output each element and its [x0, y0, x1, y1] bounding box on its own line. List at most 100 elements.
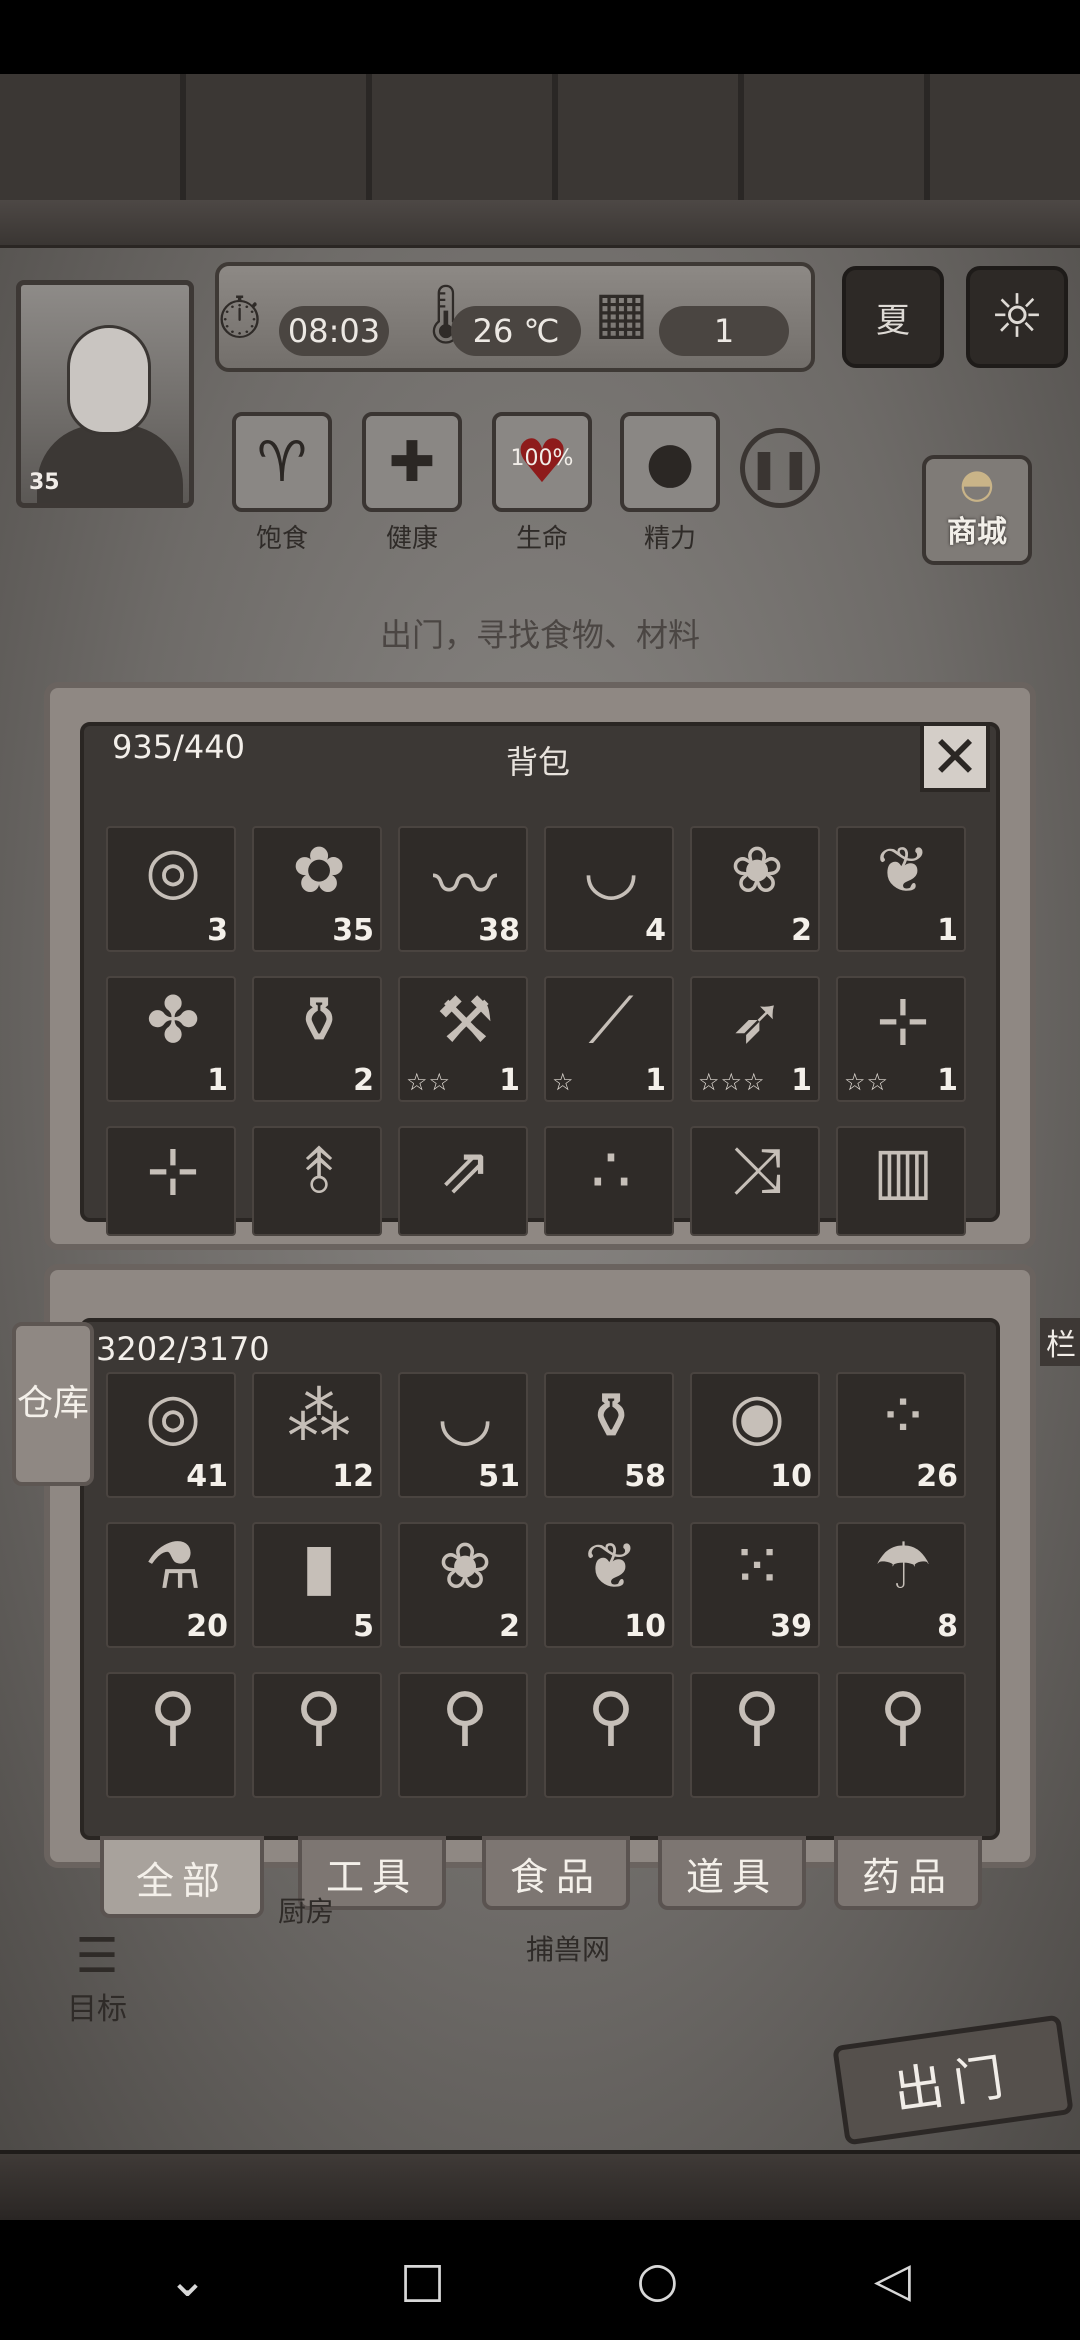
settings-button[interactable]: ☼ — [966, 266, 1068, 368]
bag-title: 背包 — [505, 743, 570, 781]
calendar-icon: ▦ — [594, 278, 649, 346]
inventory-slot[interactable]: ⚱ 58 — [544, 1372, 674, 1498]
stat-life[interactable]: ♥ 100% 生命 — [492, 412, 592, 555]
inventory-slot[interactable]: ⚲ — [544, 1672, 674, 1798]
player-avatar[interactable]: 35 — [16, 280, 194, 508]
navigation-bar: ⌄ □ ○ ◁ — [0, 2220, 1080, 2340]
item-count: 2 — [499, 1609, 520, 1644]
inventory-slot[interactable]: ❦ 1 — [836, 826, 966, 952]
stat-energy[interactable]: ● 精力 — [620, 412, 720, 555]
inventory-slot[interactable]: ⊹ ☆☆ 1 — [836, 976, 966, 1102]
glass-jar-icon: ⚱ — [584, 1380, 638, 1454]
close-icon: ✕ — [930, 723, 980, 791]
inventory-slot[interactable]: ▮ 5 — [252, 1522, 382, 1648]
item-count: 20 — [186, 1609, 228, 1644]
inventory-slot[interactable]: ❀ 2 — [690, 826, 820, 952]
jar-icon: ⚱ — [292, 984, 346, 1058]
nav-down-button[interactable]: ⌄ — [148, 2240, 228, 2320]
inventory-slot[interactable]: ∴ — [544, 1126, 674, 1236]
inventory-slot[interactable]: ⚲ — [690, 1672, 820, 1798]
potatoes-icon: ⁙ — [730, 1530, 784, 1604]
powder-pouch-icon: ⚲ — [295, 1680, 343, 1754]
inventory-slot[interactable]: ➶ ☆☆☆ 1 — [690, 976, 820, 1102]
warehouse-tab[interactable]: 仓库 — [12, 1322, 94, 1486]
rarity-stars: ☆☆ — [844, 1068, 890, 1096]
shell-icon: ◓ — [959, 461, 995, 507]
cross-icon: ✚ — [362, 412, 462, 512]
trap-net-label[interactable]: 捕兽网 — [526, 1928, 610, 1968]
temperature-display: 26 ℃ — [451, 306, 581, 356]
day-display: 1 — [659, 306, 789, 356]
stat-satiety[interactable]: ♈ 饱食 — [232, 412, 332, 555]
inventory-slot[interactable]: ◡ 51 — [398, 1372, 528, 1498]
inventory-slot[interactable]: ◎ 3 — [106, 826, 236, 952]
mushroom-icon: ☂ — [874, 1530, 932, 1604]
inventory-slot[interactable]: ⟋ ☆ 1 — [544, 976, 674, 1102]
item-count: 10 — [770, 1459, 812, 1494]
tab-all[interactable]: 全部 — [100, 1836, 264, 1918]
inventory-slot[interactable]: ◉ 10 — [690, 1372, 820, 1498]
seeds-icon: ⁂ — [287, 1380, 351, 1454]
bolts-icon: ⤨ — [731, 1134, 783, 1208]
stat-health[interactable]: ✚ 健康 — [362, 412, 462, 555]
inventory-slot[interactable]: ⚲ — [836, 1672, 966, 1798]
inventory-slot[interactable]: ⇗ — [398, 1126, 528, 1236]
kitchen-label[interactable]: 厨房 — [278, 1890, 334, 1930]
season-button[interactable]: 夏 — [842, 266, 944, 368]
inventory-slot[interactable]: ❀ 2 — [398, 1522, 528, 1648]
stump-icon: ▮ — [301, 1530, 337, 1604]
inventory-slot[interactable]: ⁙ 39 — [690, 1522, 820, 1648]
item-count: 3 — [207, 913, 228, 948]
inventory-slot[interactable]: ⚒ ☆☆ 1 — [398, 976, 528, 1102]
inventory-slot[interactable]: ⊹ — [106, 1126, 236, 1236]
tab-props[interactable]: 道具 — [658, 1836, 806, 1910]
close-button[interactable]: ✕ — [920, 722, 990, 792]
powder-pouch-icon: ⚲ — [149, 1680, 197, 1754]
pause-button[interactable]: ❚❚ — [740, 428, 820, 508]
inventory-slot[interactable]: ⤨ — [690, 1126, 820, 1236]
goal-button[interactable]: ☰ 目标 — [52, 1928, 142, 2028]
inventory-slot[interactable]: ⥉ — [252, 1126, 382, 1236]
tab-food[interactable]: 食品 — [482, 1836, 630, 1910]
inventory-slot[interactable]: ✤ 1 — [106, 976, 236, 1102]
inventory-slot[interactable]: ⚲ — [398, 1672, 528, 1798]
pie-icon: ◎ — [145, 834, 201, 908]
nav-back-button[interactable]: ◁ — [853, 2240, 933, 2320]
life-value: 100% — [510, 446, 574, 471]
powder-pouch-icon: ⚲ — [733, 1680, 781, 1754]
item-count: 2 — [353, 1063, 374, 1098]
inventory-slot[interactable]: ⁘ 26 — [836, 1372, 966, 1498]
fence-label[interactable]: 栏 — [1040, 1318, 1080, 1366]
header-planks — [0, 74, 1080, 204]
inventory-slot[interactable]: ◡ 4 — [544, 826, 674, 952]
inventory-slot[interactable]: ✿ 35 — [252, 826, 382, 952]
item-count: 41 — [186, 1459, 228, 1494]
vest-icon: ▥ — [872, 1134, 934, 1208]
inventory-slot[interactable]: 〰 38 — [398, 826, 528, 952]
inventory-slot[interactable]: ☂ 8 — [836, 1522, 966, 1648]
inventory-slot[interactable]: ⚲ — [106, 1672, 236, 1798]
inventory-slot[interactable]: ▥ — [836, 1126, 966, 1236]
pills-icon: ◉ — [729, 1380, 785, 1454]
shop-button[interactable]: ◓ 商城 — [922, 455, 1032, 565]
nav-home-button[interactable]: ○ — [618, 2240, 698, 2320]
tab-medicine[interactable]: 药品 — [834, 1836, 982, 1910]
inventory-slot[interactable]: ◎ 41 — [106, 1372, 236, 1498]
arrows-icon: ⇗ — [438, 1134, 492, 1208]
inventory-slot[interactable]: ❦ 10 — [544, 1522, 674, 1648]
item-count: 1 — [499, 1063, 520, 1098]
avatar-head — [67, 325, 151, 435]
circle-icon: ○ — [636, 2252, 679, 2308]
inventory-slot[interactable]: ⚱ 2 — [252, 976, 382, 1102]
inventory-slot[interactable]: ⁂ 12 — [252, 1372, 382, 1498]
nav-recents-button[interactable]: □ — [383, 2240, 463, 2320]
spear-icon: ➶ — [730, 984, 784, 1058]
inventory-slot[interactable]: ⚲ — [252, 1672, 382, 1798]
item-count: 4 — [645, 913, 666, 948]
pellets-icon: ∴ — [590, 1134, 632, 1208]
goal-label: 目标 — [67, 1992, 127, 2027]
inventory-slot[interactable]: ⚗ 20 — [106, 1522, 236, 1648]
item-count: 35 — [332, 913, 374, 948]
warehouse-capacity: 3202/3170 — [96, 1330, 270, 1368]
item-count: 1 — [937, 913, 958, 948]
